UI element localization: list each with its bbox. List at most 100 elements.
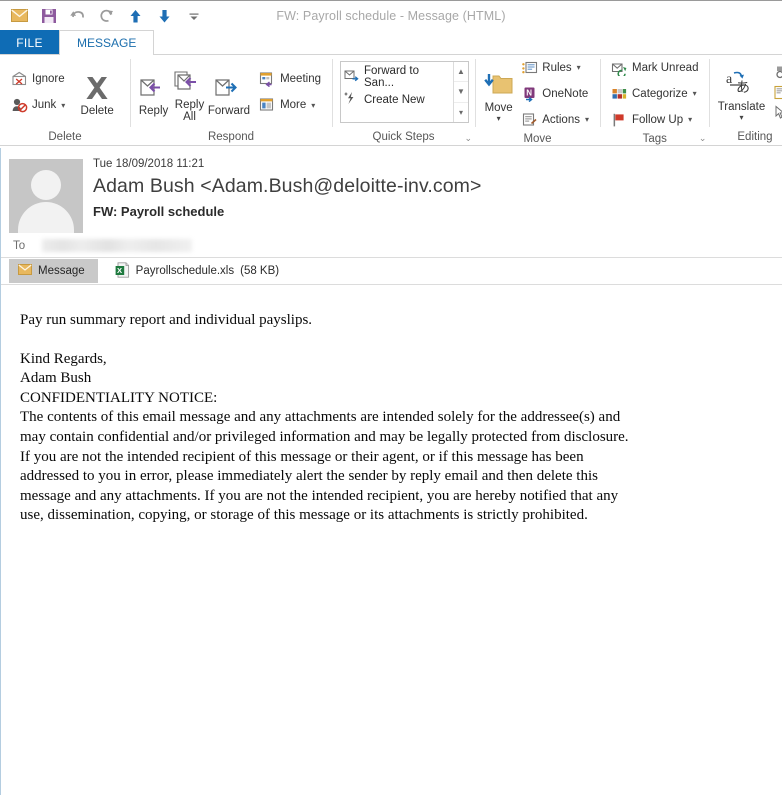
reply-button[interactable]: Reply — [136, 67, 171, 117]
rules-icon — [521, 59, 538, 76]
to-label: To — [13, 239, 26, 252]
next-item-icon[interactable] — [152, 5, 177, 27]
reply-all-icon — [173, 65, 207, 99]
ribbon-group-editing: a あ Translate ▾ Editing — [709, 55, 782, 145]
junk-icon — [11, 97, 28, 114]
related-button[interactable] — [769, 84, 782, 101]
recipient-row: To — [0, 233, 782, 257]
translate-label: Translate — [717, 100, 766, 113]
chevron-down-icon: ▾ — [576, 63, 581, 72]
message-date: Tue 18/09/2018 11:21 — [93, 158, 205, 170]
ribbon-group-tags: Mark Unread Categorize ▾ Follow Up ▾ Tag… — [600, 55, 709, 145]
body-notice-text: The contents of this email message and a… — [20, 409, 629, 524]
forward-icon — [212, 71, 246, 105]
categorize-label: Categorize — [632, 87, 688, 100]
translate-icon: a あ — [724, 67, 758, 101]
customize-qat-icon[interactable] — [181, 5, 206, 27]
chevron-down-icon[interactable]: ▾ — [739, 113, 743, 122]
avatar-head — [31, 170, 61, 200]
body-intro: Pay run summary report and individual pa… — [20, 312, 313, 328]
title-bar: FW: Payroll schedule - Message (HTML) — [0, 1, 782, 30]
ignore-button[interactable]: Ignore — [8, 69, 68, 90]
chevron-down-icon: ▾ — [688, 115, 693, 124]
tab-message[interactable]: MESSAGE — [59, 30, 155, 55]
actions-button[interactable]: Actions ▾ — [518, 109, 592, 130]
chevron-down-icon: ▾ — [311, 100, 316, 110]
move-label: Move — [484, 102, 513, 114]
rules-label: Rules — [542, 61, 572, 74]
find-button[interactable] — [769, 64, 782, 81]
excel-file-icon: X — [115, 261, 130, 281]
message-tab-label: Message — [38, 265, 85, 277]
meeting-label: Meeting — [280, 73, 321, 85]
redo-icon[interactable] — [94, 5, 119, 27]
mark-unread-button[interactable]: Mark Unread — [608, 57, 701, 78]
avatar — [9, 159, 83, 233]
select-button[interactable] — [769, 104, 782, 121]
quick-access-toolbar — [0, 1, 206, 30]
translate-button[interactable]: a あ Translate ▾ — [715, 63, 767, 122]
junk-button[interactable]: Junk ▾ — [8, 95, 68, 116]
scroll-down-icon[interactable]: ▼ — [454, 82, 468, 103]
follow-up-button[interactable]: Follow Up ▾ — [608, 109, 701, 130]
attachment-item[interactable]: X Payrollschedule.xls (58 KB) — [98, 258, 289, 284]
forward-to-icon — [344, 68, 359, 85]
actions-label: Actions — [542, 113, 580, 126]
rules-button[interactable]: Rules ▾ — [518, 57, 592, 78]
scroll-up-icon[interactable]: ▲ — [454, 62, 468, 83]
chevron-down-icon: ▾ — [61, 100, 66, 110]
follow-up-flag-icon — [611, 111, 628, 128]
create-new-icon — [344, 91, 359, 108]
delete-label: Delete — [80, 105, 114, 117]
dialog-launcher-icon[interactable]: ⌄ — [699, 133, 707, 144]
ribbon-group-delete: Ignore Junk ▾ Delete Delete — [0, 55, 130, 145]
message-sender[interactable]: Adam Bush <Adam.Bush@deloitte-inv.com> — [93, 173, 782, 199]
chevron-down-icon[interactable]: ▾ — [497, 115, 501, 123]
categorize-button[interactable]: Categorize ▾ — [608, 83, 701, 104]
delete-button[interactable]: Delete — [70, 67, 124, 117]
onenote-button[interactable]: N OneNote — [518, 83, 592, 104]
quick-step-forward-to[interactable]: Forward to San... — [344, 65, 451, 89]
meeting-icon — [259, 71, 276, 88]
quick-step-create-new[interactable]: Create New — [344, 88, 451, 111]
junk-label: Junk — [32, 99, 57, 111]
find-icon — [772, 64, 782, 81]
ribbon-group-label-editing: Editing — [737, 131, 773, 143]
tab-file[interactable]: FILE — [0, 30, 59, 55]
categorize-icon — [611, 85, 628, 102]
mark-unread-label: Mark Unread — [632, 61, 699, 74]
onenote-label: OneNote — [542, 87, 589, 100]
message-subject: FW: Payroll schedule — [93, 204, 225, 219]
previous-item-icon[interactable] — [123, 5, 148, 27]
ribbon-tab-strip: FILE MESSAGE — [0, 30, 782, 55]
attachment-size: (58 KB) — [240, 265, 280, 277]
forward-button[interactable]: Forward — [208, 67, 250, 117]
message-tab-button[interactable]: Message — [9, 259, 98, 283]
attachment-filename: Payrollschedule.xls — [135, 265, 235, 277]
move-folder-icon — [483, 68, 515, 102]
more-options-icon[interactable]: ▾ — [454, 103, 468, 122]
forward-label: Forward — [207, 105, 251, 117]
related-icon — [772, 84, 782, 101]
follow-up-label: Follow Up — [632, 113, 684, 126]
ribbon-group-move: Move ▾ Rules ▾ N OneNote Actions ▾ Move — [475, 55, 600, 145]
save-icon[interactable] — [36, 5, 61, 27]
quick-steps-scrollbar[interactable]: ▲ ▼ ▾ — [453, 62, 468, 122]
move-button[interactable]: Move ▾ — [481, 64, 516, 123]
actions-icon — [521, 111, 538, 128]
more-label: More — [280, 99, 307, 111]
recipient-redacted[interactable] — [42, 239, 192, 252]
attachment-bar: Message X Payrollschedule.xls (58 KB) — [0, 257, 782, 284]
reply-all-button[interactable]: Reply All — [171, 61, 208, 123]
meeting-button[interactable]: Meeting — [256, 69, 324, 90]
ribbon-group-label-quick-steps: Quick Steps ⌄ — [372, 131, 473, 144]
quick-steps-gallery[interactable]: Forward to San... Create New ▲ ▼ ▾ — [340, 61, 469, 123]
chevron-down-icon: ▾ — [692, 89, 697, 98]
mail-icon[interactable] — [7, 5, 32, 27]
dialog-launcher-icon[interactable]: ⌄ — [464, 133, 472, 144]
more-respond-button[interactable]: More ▾ — [256, 95, 324, 116]
body-signoff-2: Adam Bush — [20, 370, 92, 387]
quick-step-label: Create New — [364, 93, 425, 106]
svg-text:N: N — [526, 88, 532, 97]
undo-icon[interactable] — [65, 5, 90, 27]
